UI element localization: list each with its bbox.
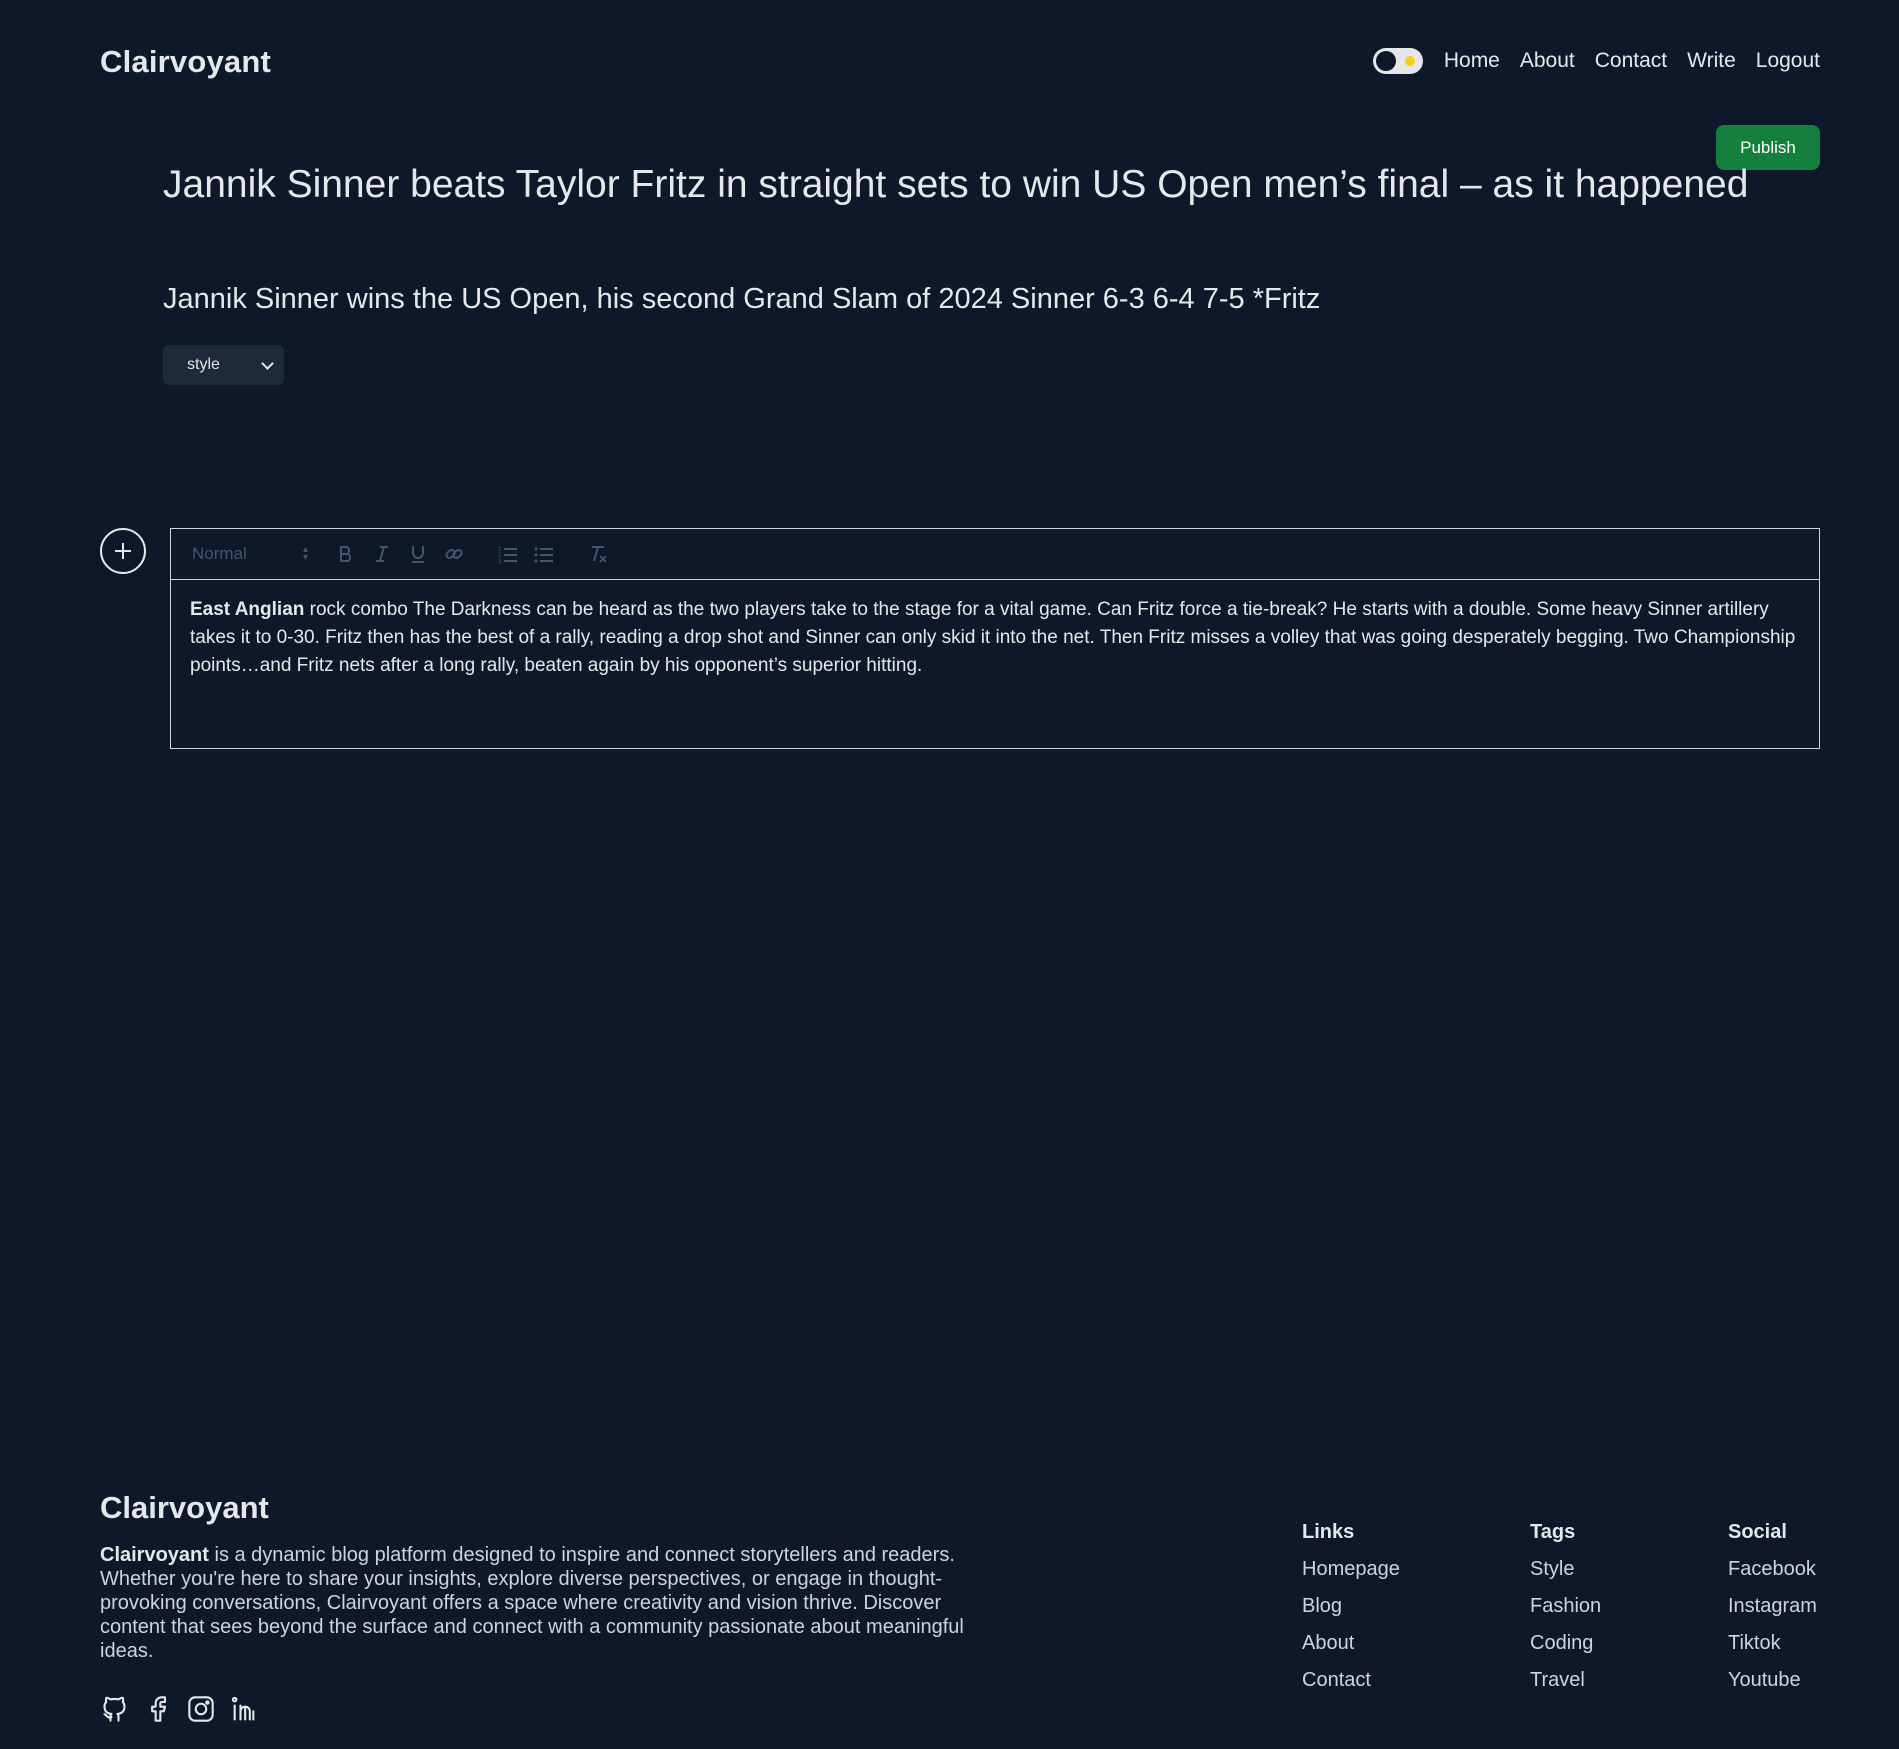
- underline-button[interactable]: [400, 540, 436, 568]
- footer-link-contact[interactable]: Contact: [1302, 1669, 1400, 1706]
- footer-tag-fashion[interactable]: Fashion: [1530, 1595, 1601, 1632]
- footer-tags-title: Tags: [1530, 1521, 1576, 1543]
- rich-text-editor: Normal ▴ ▾ 1 2 3 East Anglian rock combo…: [170, 528, 1820, 749]
- footer-social-title: Social: [1728, 1521, 1787, 1543]
- footer-link-blog[interactable]: Blog: [1302, 1595, 1400, 1632]
- footer-social-tiktok[interactable]: Tiktok: [1728, 1632, 1817, 1669]
- footer-tags-column: Tags Style Fashion Coding Travel: [1530, 1521, 1601, 1706]
- select-arrows-icon: ▴ ▾: [302, 544, 308, 563]
- svg-text:3: 3: [498, 559, 502, 563]
- footer-link-homepage[interactable]: Homepage: [1302, 1558, 1400, 1595]
- footer-description: Clairvoyant is a dynamic blog platform d…: [100, 1543, 970, 1663]
- nav-home-link[interactable]: Home: [1444, 49, 1500, 73]
- footer-tag-style[interactable]: Style: [1530, 1558, 1601, 1595]
- ordered-list-button[interactable]: 1 2 3: [490, 540, 526, 568]
- site-logo[interactable]: Clairvoyant: [100, 44, 271, 80]
- footer-link-about[interactable]: About: [1302, 1632, 1400, 1669]
- footer-desc-brand: Clairvoyant: [100, 1544, 209, 1566]
- editor-bold-text: East Anglian: [190, 599, 305, 620]
- italic-icon: [376, 546, 388, 562]
- clear-format-icon: [592, 546, 607, 563]
- sun-icon: [1404, 56, 1415, 66]
- footer-social-facebook[interactable]: Facebook: [1728, 1558, 1817, 1595]
- footer-links-title: Links: [1302, 1521, 1355, 1543]
- footer-tag-coding[interactable]: Coding: [1530, 1632, 1601, 1669]
- footer-social-youtube[interactable]: Youtube: [1728, 1669, 1817, 1706]
- clear-format-button[interactable]: [580, 540, 616, 568]
- bullet-list-icon: [534, 547, 553, 563]
- italic-button[interactable]: [364, 540, 400, 568]
- editor-toolbar: Normal ▴ ▾ 1 2 3: [171, 529, 1819, 580]
- nav-contact-link[interactable]: Contact: [1595, 49, 1667, 73]
- instagram-icon[interactable]: [186, 1694, 215, 1723]
- chevron-down-icon: [261, 356, 274, 370]
- nav-about-link[interactable]: About: [1520, 49, 1575, 73]
- theme-toggle[interactable]: [1372, 48, 1423, 74]
- nav-write-link[interactable]: Write: [1687, 49, 1736, 73]
- bold-icon: [340, 546, 352, 562]
- subtitle-input[interactable]: Jannik Sinner wins the US Open, his seco…: [163, 283, 1758, 316]
- editor-content[interactable]: East Anglian rock combo The Darkness can…: [171, 580, 1819, 696]
- style-select[interactable]: style: [163, 345, 284, 385]
- heading-select-value: Normal: [192, 544, 247, 563]
- footer-tag-travel[interactable]: Travel: [1530, 1669, 1601, 1706]
- underline-icon: [412, 546, 424, 563]
- plus-icon: [115, 543, 131, 559]
- heading-select[interactable]: Normal ▴ ▾: [192, 544, 308, 564]
- footer-social-column: Social Facebook Instagram Tiktok Youtube: [1728, 1521, 1817, 1706]
- footer-social-icons: [100, 1694, 258, 1723]
- ordered-list-icon: 1 2 3: [498, 547, 517, 563]
- footer-social-instagram[interactable]: Instagram: [1728, 1595, 1817, 1632]
- style-select-value: style: [187, 356, 220, 373]
- title-input[interactable]: Jannik Sinner beats Taylor Fritz in stra…: [163, 163, 1758, 219]
- facebook-icon[interactable]: [143, 1694, 172, 1723]
- linkedin-icon[interactable]: [229, 1694, 258, 1723]
- bullet-list-button[interactable]: [526, 540, 562, 568]
- nav-logout-link[interactable]: Logout: [1756, 49, 1820, 73]
- footer-desc-text: is a dynamic blog platform designed to i…: [100, 1544, 964, 1662]
- github-icon[interactable]: [100, 1694, 129, 1723]
- toggle-knob: [1375, 51, 1396, 71]
- link-button[interactable]: [436, 540, 472, 568]
- main-nav: Home About Contact Write Logout: [1372, 48, 1820, 74]
- footer-links-column: Links Homepage Blog About Contact: [1302, 1521, 1400, 1706]
- editor-text: rock combo The Darkness can be heard as …: [190, 599, 1796, 676]
- footer-logo[interactable]: Clairvoyant: [100, 1490, 269, 1526]
- add-media-button[interactable]: [100, 528, 146, 574]
- bold-button[interactable]: [328, 540, 364, 568]
- link-icon: [445, 548, 463, 560]
